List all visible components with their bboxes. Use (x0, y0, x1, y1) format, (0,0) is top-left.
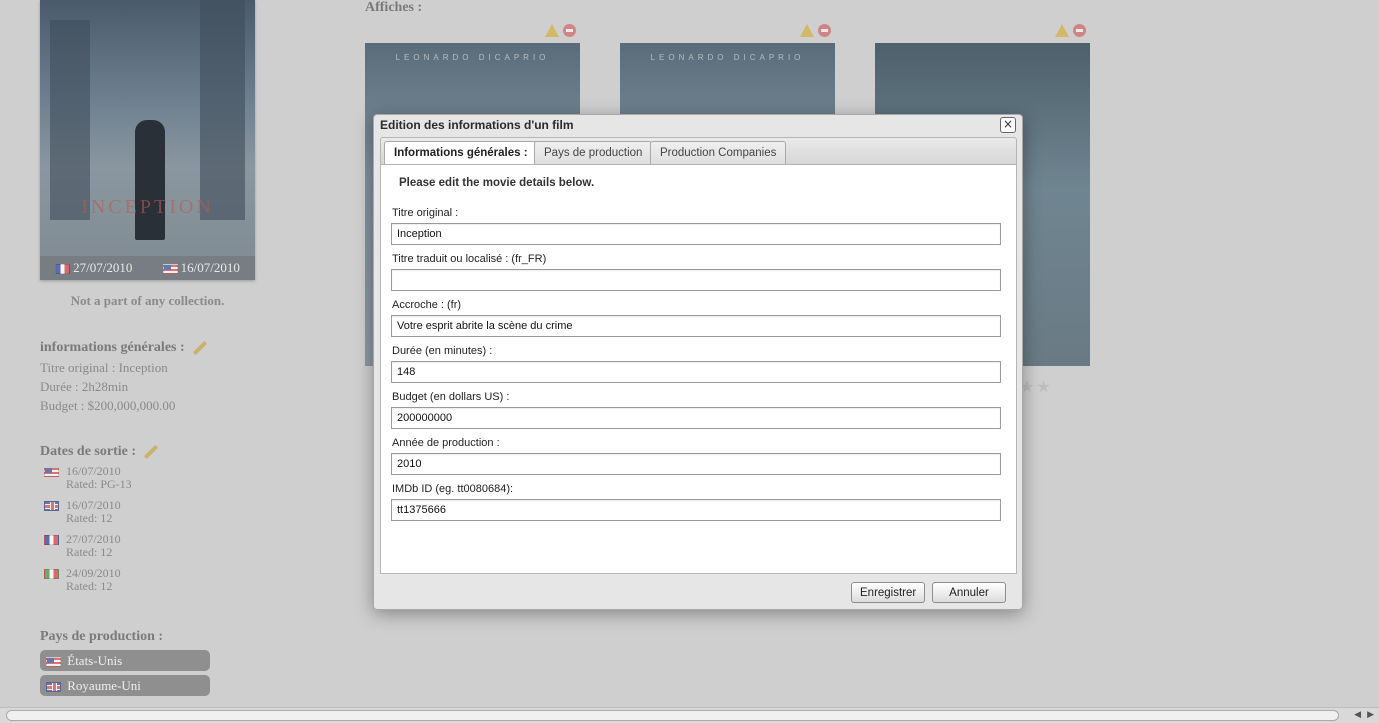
poster-date-us: 16/07/2010 (162, 260, 240, 276)
general-info-heading: informations générales : (40, 340, 207, 356)
production-countries-heading: Pays de production : (40, 629, 164, 644)
collection-text: Not a part of any collection. (70, 293, 225, 308)
release-item-text: 16/07/2010 Rated: PG-13 (66, 465, 132, 491)
edit-pencil-icon[interactable] (193, 341, 207, 355)
release-dates-heading: Dates de sortie : (40, 444, 158, 460)
main-poster: INCEPTION 27/07/2010 16/07/2010 (40, 0, 255, 280)
delete-icon[interactable] (818, 24, 831, 37)
tagline-label: Accroche : (fr) (392, 299, 462, 311)
country-name: États-Unis (67, 653, 123, 668)
original-title-input[interactable] (391, 223, 1001, 245)
release-rating: Rated: 12 (66, 579, 113, 593)
release-date: 16/07/2010 (66, 498, 121, 512)
general-info-heading-text: informations générales : (40, 340, 185, 355)
rating-stars[interactable]: ★★ (1020, 377, 1053, 397)
poster-date-fr: 27/07/2010 (55, 260, 132, 276)
release-date: 24/09/2010 (66, 566, 121, 580)
release-item-text: 16/07/2010 Rated: 12 (66, 499, 121, 525)
poster-1-actions (545, 24, 576, 37)
poster-date-us-text: 16/07/2010 (180, 260, 240, 275)
country-name: Royaume-Uni (67, 678, 141, 693)
tab-production-companies[interactable]: Production Companies (650, 141, 787, 165)
poster-actor-text: LEONARDO DICAPRIO (395, 53, 550, 62)
poster-building (50, 20, 90, 220)
cancel-button[interactable]: Annuler (932, 582, 1006, 603)
poster-building (200, 0, 245, 220)
intro-text: Please edit the movie details below. (399, 177, 595, 189)
edit-movie-dialog: Edition des informations d'un film × Inf… (373, 114, 1023, 610)
country-pill-gb[interactable]: Royaume-Uni (40, 675, 210, 696)
budget-label: Budget (en dollars US) : (392, 391, 510, 403)
poster-3-actions (1055, 24, 1086, 37)
warning-icon[interactable] (545, 24, 559, 37)
poster-dates: 27/07/2010 16/07/2010 (40, 256, 255, 280)
flag-fr-icon (55, 264, 71, 275)
release-rating: Rated: 12 (66, 545, 113, 559)
general-info-panel: Please edit the movie details below. Tit… (380, 164, 1017, 574)
tab-general-info[interactable]: Informations générales : (384, 141, 538, 166)
flag-gb-icon (46, 682, 61, 693)
duration-label: Durée (en minutes) : (392, 345, 493, 357)
scrollbar-thumb[interactable] (6, 710, 1339, 721)
edit-pencil-icon[interactable] (144, 445, 158, 459)
duration-input[interactable] (391, 361, 1001, 383)
close-icon[interactable]: × (1000, 117, 1016, 133)
production-year-input[interactable] (391, 453, 1001, 475)
info-budget: Budget : $200,000,000.00 (40, 398, 176, 413)
info-original-title: Titre original : Inception (40, 360, 168, 375)
save-button[interactable]: Enregistrer (851, 582, 926, 603)
scroll-left-arrow-icon[interactable]: ◀ (1354, 710, 1361, 720)
release-item-text: 27/07/2010 Rated: 12 (66, 533, 121, 559)
release-rating: Rated: PG-13 (66, 477, 132, 491)
dialog-title: Edition des informations d'un film (380, 118, 574, 132)
flag-us-icon (162, 264, 178, 275)
poster-date-fr-text: 27/07/2010 (73, 260, 133, 275)
poster-figure (135, 120, 165, 240)
tagline-input[interactable] (391, 315, 1001, 337)
poster-title: INCEPTION (81, 196, 214, 218)
poster-2-actions (800, 24, 831, 37)
flag-it-icon (44, 569, 59, 579)
release-date: 27/07/2010 (66, 532, 121, 546)
flag-fr-icon (44, 535, 59, 545)
tab-bar: Informations générales : Pays de product… (380, 137, 1017, 166)
flag-gb-icon (44, 501, 59, 511)
release-item-text: 24/09/2010 Rated: 12 (66, 567, 121, 593)
scroll-right-arrow-icon[interactable]: ▶ (1367, 710, 1374, 720)
flag-us-icon (46, 657, 61, 668)
imdb-id-label: IMDb ID (eg. tt0080684): (392, 483, 514, 495)
delete-icon[interactable] (563, 24, 576, 37)
translated-title-input[interactable] (391, 269, 1001, 291)
warning-icon[interactable] (800, 24, 814, 37)
tab-production-countries[interactable]: Pays de production (534, 141, 653, 165)
poster-actor-text: LEONARDO DICAPRIO (650, 53, 805, 62)
budget-input[interactable] (391, 407, 1001, 429)
release-date: 16/07/2010 (66, 464, 121, 478)
release-dates-heading-text: Dates de sortie : (40, 444, 137, 459)
flag-us-icon (44, 467, 59, 477)
production-year-label: Année de production : (392, 437, 500, 449)
info-duration: Durée : 2h28min (40, 379, 129, 394)
horizontal-scrollbar[interactable]: ◀ ▶ (0, 707, 1379, 723)
imdb-id-input[interactable] (391, 499, 1001, 521)
posters-heading: Affiches : (365, 0, 423, 15)
warning-icon[interactable] (1055, 24, 1069, 37)
translated-title-label: Titre traduit ou localisé : (fr_FR) (392, 253, 547, 265)
delete-icon[interactable] (1073, 24, 1086, 37)
release-rating: Rated: 12 (66, 511, 113, 525)
original-title-label: Titre original : (392, 207, 459, 219)
country-pill-us[interactable]: États-Unis (40, 650, 210, 671)
